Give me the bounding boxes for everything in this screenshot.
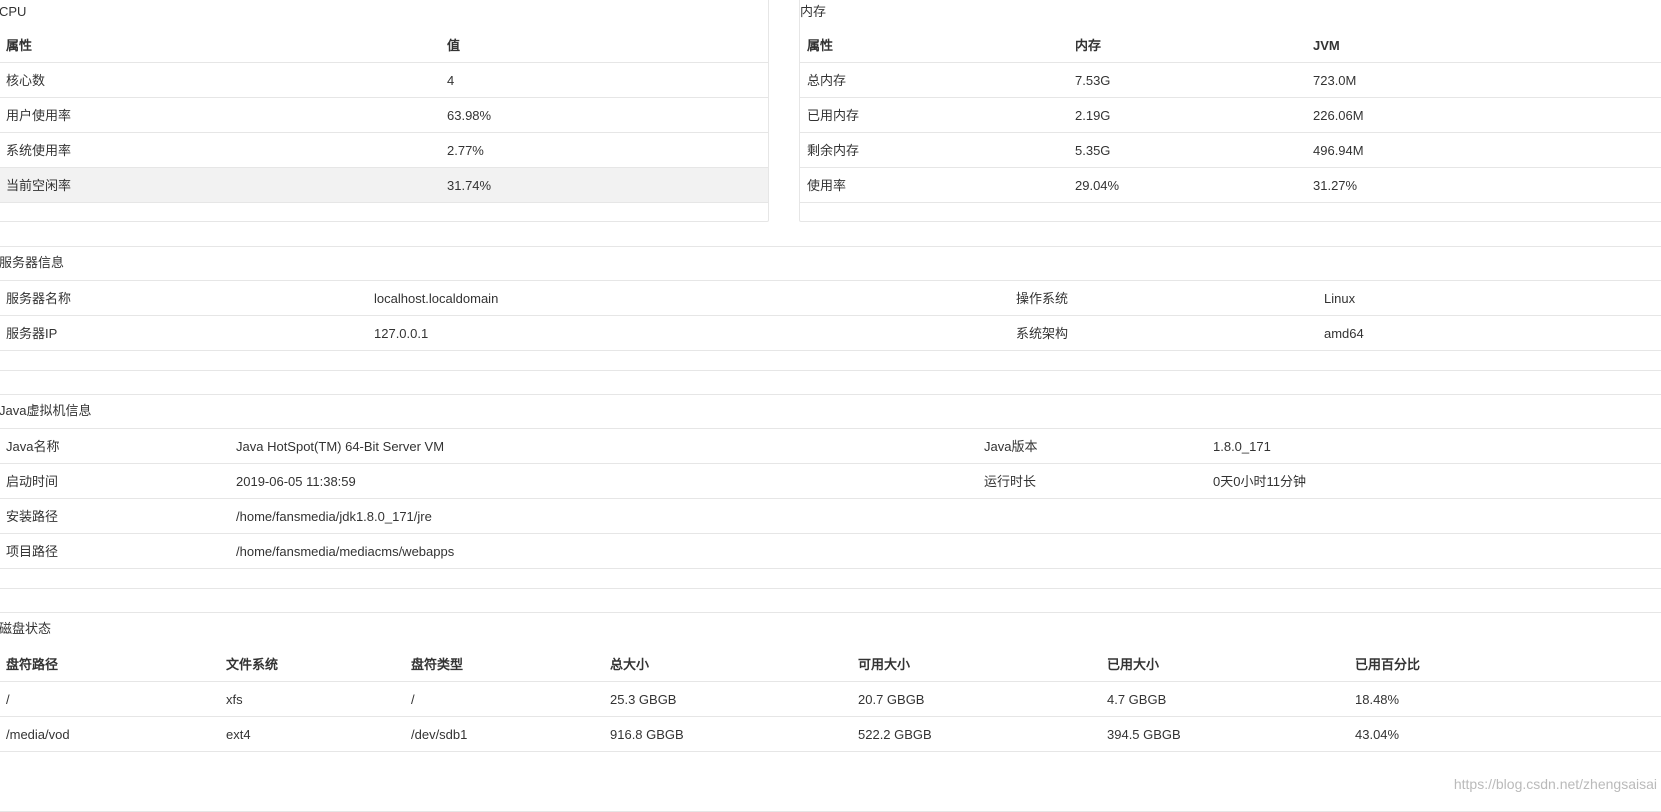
used-size-cell: 394.5 GBGB	[1107, 727, 1181, 742]
col-header: 总大小	[610, 657, 650, 672]
col-header: 盘符类型	[411, 657, 464, 672]
value-cell: /home/fansmedia/jdk1.8.0_171/jre	[236, 509, 432, 524]
label-cell: 运行时长	[984, 474, 1037, 489]
used-percent-cell: 18.48%	[1355, 692, 1400, 707]
attr-cell: 总内存	[807, 73, 847, 88]
attr-cell: 用户使用率	[6, 108, 72, 123]
col-header: 可用大小	[858, 657, 911, 672]
attr-cell: 当前空闲率	[6, 178, 72, 193]
table-row: 项目路径 /home/fansmedia/mediacms/webapps	[0, 534, 1661, 569]
label-cell: 项目路径	[6, 544, 59, 559]
disk-path-cell: /media/vod	[6, 727, 70, 742]
mem-cell: 5.35G	[1075, 143, 1111, 158]
value-cell: 0天0小时11分钟	[1213, 474, 1306, 489]
label-cell: 启动时间	[6, 474, 59, 489]
disk-status-panel: 磁盘状态 盘符路径 文件系统 盘符类型 总大小 可用大小 已用大小 已用百分比 …	[0, 612, 1661, 812]
table-row: 用户使用率 63.98%	[0, 98, 768, 133]
attr-cell: 系统使用率	[6, 143, 72, 158]
table-row: 服务器名称 localhost.localdomain 操作系统 Linux	[0, 281, 1661, 316]
value-cell: 1.8.0_171	[1213, 439, 1271, 454]
label-cell: 系统架构	[1016, 326, 1069, 341]
label-cell: 操作系统	[1016, 291, 1069, 306]
filesystem-cell: ext4	[226, 727, 251, 742]
value-cell: 2019-06-05 11:38:59	[236, 474, 356, 489]
col-header: 盘符路径	[6, 657, 59, 672]
mem-cell: 29.04%	[1075, 178, 1120, 193]
table-header-row: 属性 值	[0, 28, 768, 63]
memory-title: 内存	[800, 4, 827, 19]
table-row: /media/vod ext4 /dev/sdb1 916.8 GBGB 522…	[0, 717, 1661, 752]
table-header-row: 盘符路径 文件系统 盘符类型 总大小 可用大小 已用大小 已用百分比	[0, 647, 1661, 682]
table-row: 剩余内存 5.35G 496.94M	[800, 133, 1661, 168]
label-cell: 安装路径	[6, 509, 59, 524]
table-row: / xfs / 25.3 GBGB 20.7 GBGB 4.7 GBGB 18.…	[0, 682, 1661, 717]
watermark: https://blog.csdn.net/zhengsaisai	[1453, 776, 1657, 792]
mem-cell: 7.53G	[1075, 73, 1111, 88]
used-percent-cell: 43.04%	[1355, 727, 1400, 742]
jvm-cell: 723.0M	[1313, 73, 1357, 88]
cpu-panel: CPU 属性 值 核心数 4 用户使用率 63.98% 系统使用率 2.77% …	[0, 0, 769, 222]
table-row: 总内存 7.53G 723.0M	[800, 63, 1661, 98]
total-size-cell: 25.3 GBGB	[610, 692, 677, 707]
cpu-title: CPU	[0, 4, 27, 19]
table-row: 核心数 4	[0, 63, 768, 98]
server-info-title: 服务器信息	[0, 255, 65, 270]
free-size-cell: 20.7 GBGB	[858, 692, 925, 707]
attr-cell: 核心数	[6, 73, 46, 88]
col-header: 值	[447, 38, 461, 53]
value-cell: Linux	[1324, 291, 1356, 306]
attr-cell: 剩余内存	[807, 143, 860, 158]
free-size-cell: 522.2 GBGB	[858, 727, 932, 742]
table-row: 启动时间 2019-06-05 11:38:59 运行时长 0天0小时11分钟	[0, 464, 1661, 499]
attr-cell: 已用内存	[807, 108, 860, 123]
table-row: 服务器IP 127.0.0.1 系统架构 amd64	[0, 316, 1661, 351]
value-cell: 63.98%	[447, 108, 492, 123]
value-cell: 4	[447, 73, 455, 88]
value-cell: localhost.localdomain	[374, 291, 499, 306]
server-info-panel: 服务器信息 服务器名称 localhost.localdomain 操作系统 L…	[0, 246, 1661, 371]
jvm-info-title: Java虚拟机信息	[0, 403, 92, 418]
col-header: 文件系统	[226, 657, 279, 672]
table-row-hovered: 当前空闲率 31.74%	[0, 168, 768, 203]
memory-panel: 内存 属性 内存 JVM 总内存 7.53G 723.0M 已用内存 2.19G…	[799, 0, 1661, 222]
value-cell: amd64	[1324, 326, 1364, 341]
disk-path-cell: /	[6, 692, 10, 707]
jvm-cell: 31.27%	[1313, 178, 1358, 193]
table-row: 安装路径 /home/fansmedia/jdk1.8.0_171/jre	[0, 499, 1661, 534]
value-cell: 2.77%	[447, 143, 484, 158]
table-row: 使用率 29.04% 31.27%	[800, 168, 1661, 203]
mem-cell: 2.19G	[1075, 108, 1111, 123]
col-header: JVM	[1313, 38, 1340, 53]
attr-cell: 使用率	[807, 178, 847, 193]
label-cell: Java版本	[984, 439, 1038, 454]
col-header: 已用大小	[1107, 657, 1160, 672]
col-header: 已用百分比	[1355, 657, 1421, 672]
table-row: 系统使用率 2.77%	[0, 133, 768, 168]
label-cell: 服务器IP	[6, 326, 58, 341]
label-cell: Java名称	[6, 439, 60, 454]
used-size-cell: 4.7 GBGB	[1107, 692, 1167, 707]
table-row: 已用内存 2.19G 226.06M	[800, 98, 1661, 133]
jvm-cell: 496.94M	[1313, 143, 1364, 158]
label-cell: 服务器名称	[6, 291, 72, 306]
jvm-cell: 226.06M	[1313, 108, 1364, 123]
disk-status-title: 磁盘状态	[0, 621, 52, 636]
col-header: 内存	[1075, 38, 1102, 53]
jvm-info-panel: Java虚拟机信息 Java名称 Java HotSpot(TM) 64-Bit…	[0, 394, 1661, 589]
value-cell: 127.0.0.1	[374, 326, 429, 341]
value-cell: 31.74%	[447, 178, 492, 193]
col-header: 属性	[807, 38, 834, 53]
table-header-row: 属性 内存 JVM	[800, 28, 1661, 63]
disk-type-cell: /dev/sdb1	[411, 727, 468, 742]
table-row: Java名称 Java HotSpot(TM) 64-Bit Server VM…	[0, 429, 1661, 464]
disk-type-cell: /	[411, 692, 415, 707]
value-cell: Java HotSpot(TM) 64-Bit Server VM	[236, 439, 445, 454]
value-cell: /home/fansmedia/mediacms/webapps	[236, 544, 455, 559]
filesystem-cell: xfs	[226, 692, 243, 707]
col-header: 属性	[6, 38, 33, 53]
total-size-cell: 916.8 GBGB	[610, 727, 684, 742]
